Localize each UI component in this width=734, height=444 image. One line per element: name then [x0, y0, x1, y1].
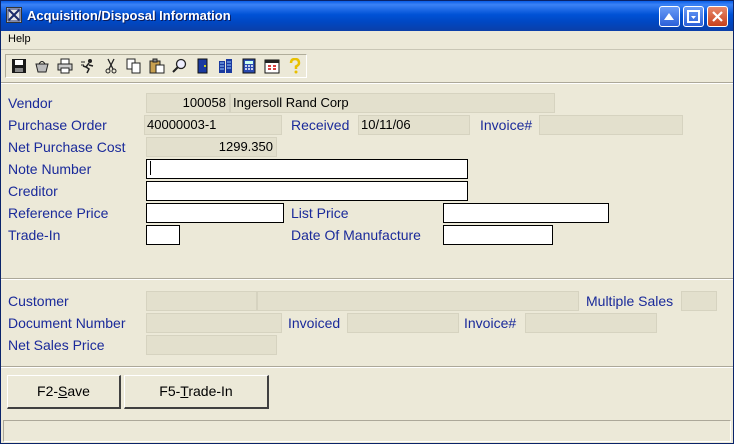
paste-icon[interactable] [146, 56, 168, 76]
net-purchase-cost-label: Net Purchase Cost [8, 139, 126, 155]
save-button-prefix: F2- [37, 383, 59, 399]
purchase-order-label: Purchase Order [8, 117, 107, 133]
find-icon[interactable] [169, 56, 191, 76]
customer-label: Customer [8, 293, 69, 309]
trade-in-label: Trade-In [8, 227, 61, 243]
help-icon[interactable] [284, 56, 306, 76]
close-button[interactable] [707, 6, 728, 27]
toolbar [5, 54, 307, 78]
title-bar[interactable]: Acquisition/Disposal Information [1, 1, 733, 31]
note-number-label: Note Number [8, 161, 92, 177]
invoice-field [539, 115, 683, 135]
invoiced-label: Invoiced [288, 315, 341, 331]
reference-price-label: Reference Price [8, 205, 109, 221]
vendor-id-field: 100058 [146, 93, 230, 113]
creditor-label: Creditor [8, 183, 58, 199]
net-sales-price-label: Net Sales Price [8, 337, 105, 353]
invoiced-field [347, 313, 459, 333]
list-price-input[interactable] [443, 203, 609, 223]
section-divider [1, 278, 733, 280]
text-cursor [150, 161, 151, 175]
customer-name-field [257, 291, 579, 311]
run-icon[interactable] [77, 56, 99, 76]
copy-icon[interactable] [123, 56, 145, 76]
net-sales-price-field [146, 335, 277, 355]
app-icon[interactable] [6, 7, 22, 23]
purchase-order-field: 40000003-1 [144, 115, 282, 135]
calculator-icon[interactable] [238, 56, 260, 76]
received-date-field: 10/11/06 [358, 115, 470, 135]
net-purchase-cost-field: 1299.350 [146, 137, 277, 157]
trade-in-button-prefix: F5- [159, 383, 181, 399]
acquisition-disposal-window: Acquisition/Disposal Information Help Ve… [0, 0, 734, 444]
vendor-label: Vendor [8, 95, 53, 111]
trade-in-button-rest: rade-In [188, 383, 233, 399]
date-of-manufacture-label: Date Of Manufacture [291, 227, 421, 243]
invoice-label: Invoice# [480, 117, 533, 133]
list-price-label: List Price [291, 205, 349, 221]
customer-id-field [146, 291, 257, 311]
menu-bar: Help [1, 31, 733, 50]
menu-help[interactable]: Help [8, 33, 31, 45]
calendar-icon[interactable] [261, 56, 283, 76]
window-title: Acquisition/Disposal Information [27, 8, 231, 23]
minimize-button[interactable] [659, 6, 680, 27]
multiple-sales-label: Multiple Sales [586, 293, 674, 309]
multiple-sales-field [681, 291, 717, 311]
creditor-input[interactable] [146, 181, 468, 201]
note-number-input[interactable] [146, 159, 468, 179]
date-of-manufacture-input[interactable] [443, 225, 553, 245]
disposal-invoice-label: Invoice# [464, 315, 517, 331]
status-bar [3, 420, 731, 442]
trade-in-button[interactable]: F5-Trade-In [124, 375, 269, 409]
save-button[interactable]: F2-Save [7, 375, 121, 409]
cut-icon[interactable] [100, 56, 122, 76]
reference-price-input[interactable] [146, 203, 284, 223]
toolbar-divider [1, 82, 733, 84]
vendor-name-field: Ingersoll Rand Corp [230, 93, 555, 113]
document-number-field [146, 313, 282, 333]
save-icon[interactable] [8, 56, 30, 76]
save-button-hotkey: S [58, 383, 68, 399]
building-icon[interactable] [215, 56, 237, 76]
maximize-button[interactable] [683, 6, 704, 27]
print-icon[interactable] [54, 56, 76, 76]
save-button-rest: ave [67, 383, 90, 399]
buttons-divider [1, 366, 733, 368]
trade-in-input[interactable] [146, 225, 180, 245]
basket-icon[interactable] [31, 56, 53, 76]
door-icon[interactable] [192, 56, 214, 76]
document-number-label: Document Number [8, 315, 126, 331]
received-label: Received [291, 117, 350, 133]
disposal-invoice-field [525, 313, 657, 333]
